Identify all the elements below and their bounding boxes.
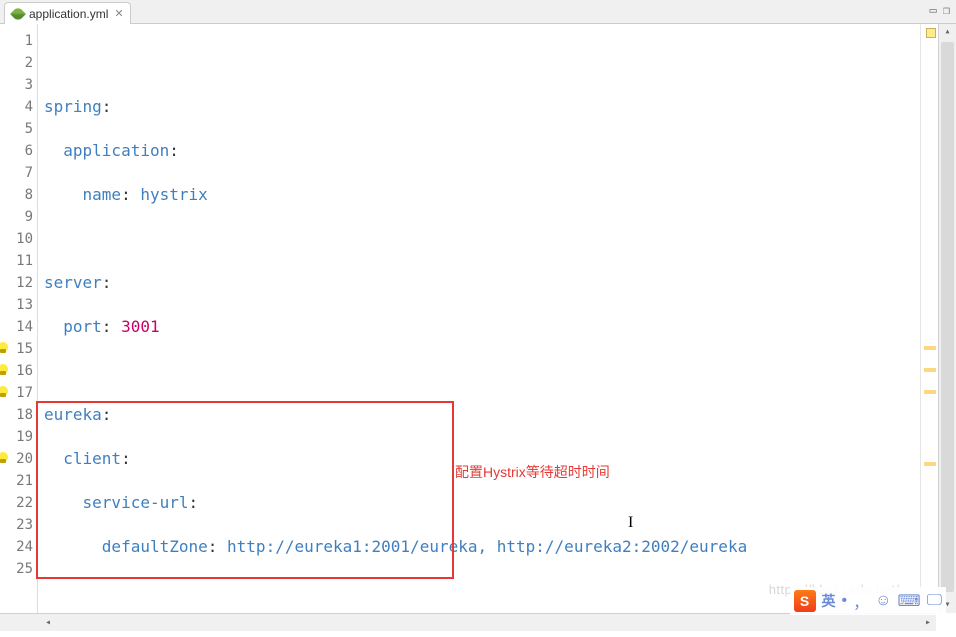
line-number: 18: [0, 404, 33, 426]
line-number: 3: [0, 74, 33, 96]
code-editor[interactable]: spring: application: name: hystrix serve…: [38, 24, 920, 613]
tab-bar-right-controls: ▭ ❐: [930, 3, 950, 18]
ime-toolbar[interactable]: S 英 • ， ☺ ⌨ 🖵: [790, 587, 947, 615]
file-tab-label: application.yml: [29, 7, 108, 21]
annotation-text: 配置Hystrix等待超时时间: [455, 462, 610, 482]
line-number: 5: [0, 118, 33, 140]
line-number: 15: [0, 338, 33, 360]
ime-keyboard-icon[interactable]: 🖵: [927, 592, 942, 610]
line-number-gutter: 1 2 3 4 5 6 7 8 9 10 11 12 13 14 15 16 1…: [0, 24, 38, 613]
ime-punct-icon[interactable]: •: [842, 592, 848, 610]
line-number: 6: [0, 140, 33, 162]
overview-ruler-mark: [924, 368, 936, 372]
vertical-scrollbar[interactable]: ▴ ▾: [938, 24, 956, 613]
spring-leaf-icon: [10, 6, 26, 22]
scroll-up-icon[interactable]: ▴: [939, 24, 956, 40]
file-tab-application-yml[interactable]: application.yml ✕: [4, 2, 131, 24]
minimize-icon[interactable]: ▭: [930, 3, 937, 18]
editor-tab-bar: application.yml ✕ ▭ ❐: [0, 0, 956, 24]
line-number: 12: [0, 272, 33, 294]
line-number: 14: [0, 316, 33, 338]
scroll-right-icon[interactable]: ▸: [920, 614, 936, 631]
line-number: 2: [0, 52, 33, 74]
line-number: 8: [0, 184, 33, 206]
ime-lang-indicator[interactable]: 英: [822, 591, 836, 611]
line-number: 17: [0, 382, 33, 404]
line-number: 7: [0, 162, 33, 184]
line-number: 24: [0, 536, 33, 558]
ime-mic-icon[interactable]: ⌨: [897, 591, 920, 611]
line-number: 9: [0, 206, 33, 228]
line-number: 11: [0, 250, 33, 272]
maximize-icon[interactable]: ❐: [943, 3, 950, 18]
close-icon[interactable]: ✕: [114, 7, 123, 20]
line-number: 16: [0, 360, 33, 382]
overview-ruler-mark: [924, 462, 936, 466]
text-cursor-icon: I: [628, 514, 633, 532]
line-number: 19: [0, 426, 33, 448]
line-number: 23: [0, 514, 33, 536]
horizontal-scrollbar[interactable]: ◂ ▸: [0, 613, 936, 631]
line-number: 21: [0, 470, 33, 492]
overview-ruler-mark: [924, 346, 936, 350]
scroll-left-icon[interactable]: ◂: [40, 614, 56, 631]
line-number: 1: [0, 30, 33, 52]
ime-emoji-icon[interactable]: ☺: [875, 592, 891, 610]
sogou-logo-icon[interactable]: S: [794, 590, 816, 612]
scroll-thumb[interactable]: [941, 42, 954, 592]
line-number: 22: [0, 492, 33, 514]
line-number: 25: [0, 558, 33, 580]
ime-comma-icon[interactable]: ，: [853, 589, 869, 613]
line-number: 10: [0, 228, 33, 250]
line-number: 4: [0, 96, 33, 118]
overview-ruler-mark: [924, 390, 936, 394]
editor-area: 1 2 3 4 5 6 7 8 9 10 11 12 13 14 15 16 1…: [0, 24, 956, 613]
overview-ruler[interactable]: [920, 24, 938, 613]
line-number: 20: [0, 448, 33, 470]
overview-ruler-indicator: [926, 28, 936, 38]
line-number: 13: [0, 294, 33, 316]
